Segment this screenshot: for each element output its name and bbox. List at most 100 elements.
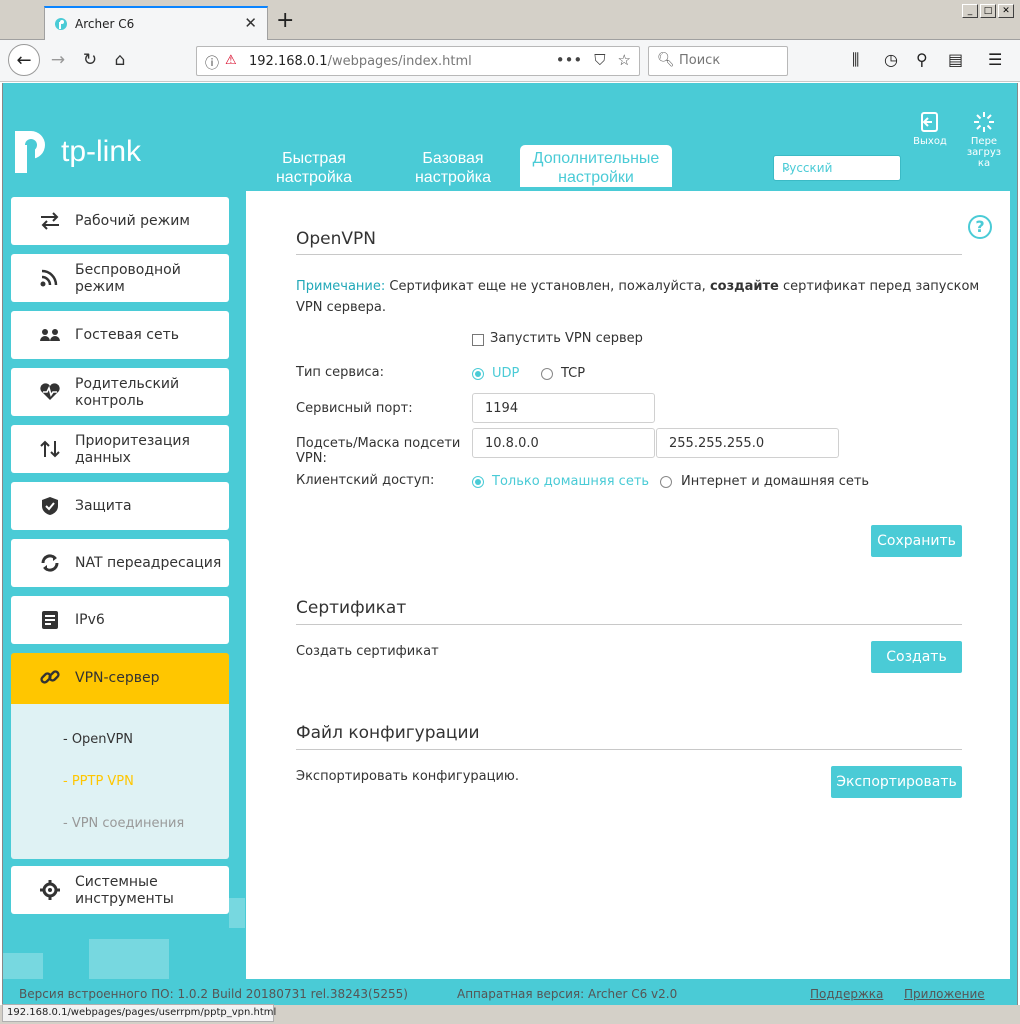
home-only-label: Только домашняя сеть [492, 474, 650, 489]
sidebar-item-parental-controls[interactable]: Родительский контроль [11, 368, 229, 416]
wifi-icon [40, 269, 58, 287]
pocket-icon[interactable]: ⛉ [594, 51, 605, 69]
history-clock-icon[interactable]: ◷ [884, 50, 898, 69]
sidebar-item-label: NAT переадресация [75, 555, 222, 571]
url-actions: ••• ⛉ ☆ [556, 51, 631, 69]
note-line-2: VPN сервера. [296, 300, 386, 315]
client-access-label: Клиентский доступ: [296, 473, 435, 488]
tcp-radio[interactable] [541, 368, 553, 380]
chevron-down-icon: ⌄ [782, 160, 793, 174]
sidebar-item-system-tools[interactable]: Системные инструменты [11, 866, 229, 914]
export-config-label: Экспортировать конфигурацию. [296, 769, 519, 784]
tab-basic-setup[interactable]: Базовая настройка [407, 149, 499, 187]
config-file-title: Файл конфигурации [296, 723, 480, 743]
new-tab-button[interactable]: + [276, 8, 294, 33]
udp-radio[interactable] [472, 368, 484, 380]
page-actions-icon[interactable]: ••• [556, 51, 583, 69]
menu-hamburger-icon[interactable]: ☰ [988, 50, 1002, 69]
minimize-button[interactable]: _ [962, 4, 978, 18]
reboot-button[interactable]: Пере загруз ка [963, 111, 1005, 169]
decor-block [229, 898, 245, 928]
sidebar-item-qos[interactable]: Приоритезация данных [11, 425, 229, 473]
divider [296, 749, 962, 750]
main-content: OpenVPN ? Примечание: Сертификат еще не … [246, 191, 1010, 981]
guest-users-icon [40, 329, 60, 341]
submenu-openvpn[interactable]: - OpenVPN [63, 732, 133, 747]
logout-button[interactable]: Выход [909, 111, 951, 147]
service-type-label: Тип сервиса: [296, 365, 385, 380]
submenu-vpn-connections[interactable]: - VPN соединения [63, 816, 184, 831]
internet-home-radio[interactable] [660, 476, 672, 488]
save-button[interactable]: Сохранить [871, 525, 962, 557]
sidebar-item-label: Системные инструменты [75, 874, 174, 908]
sidebar-item-nat-forwarding[interactable]: NAT переадресация [11, 539, 229, 587]
close-window-button[interactable]: ✕ [998, 4, 1014, 18]
search-icon: 🔍︎ [657, 52, 675, 68]
enable-vpn-checkbox[interactable] [472, 334, 484, 346]
firmware-version: Версия встроенного ПО: 1.0.2 Build 20180… [19, 987, 408, 1001]
sidebar-item-label-line1: Системные [75, 874, 158, 890]
info-icon[interactable]: ⓘ [205, 53, 219, 73]
tab-advanced-settings[interactable]: Дополнительные настройки [520, 145, 672, 187]
url-text: 192.168.0.1/webpages/index.html [249, 54, 472, 69]
back-button[interactable]: ← [8, 44, 40, 76]
heart-pulse-icon [40, 383, 60, 400]
note-text-2: сертификат перед запуском [783, 279, 980, 294]
address-bar[interactable]: ⓘ ⚠ 192.168.0.1/webpages/index.html ••• … [196, 46, 640, 76]
export-button[interactable]: Экспортировать [831, 766, 962, 798]
browser-tab[interactable]: Archer C6 ✕ [44, 6, 268, 40]
sidebar-item-wireless[interactable]: Беспроводной режим [11, 254, 229, 302]
sidebar-item-ipv6[interactable]: IPv6 [11, 596, 229, 644]
vpn-submenu: - OpenVPN - PPTP VPN - VPN соединения [11, 704, 229, 859]
help-icon[interactable]: ? [968, 215, 992, 239]
window-titlebar: Archer C6 ✕ + _ □ ✕ [0, 0, 1020, 40]
create-button[interactable]: Создать [871, 641, 962, 673]
subnet-input[interactable]: 10.8.0.0 [472, 428, 655, 458]
sidebar-item-label-line2: контроль [75, 393, 144, 409]
ipv6-document-icon [42, 611, 58, 629]
tab-quick-setup-line2: настройка [275, 169, 353, 186]
sidebar-item-vpn-server[interactable]: VPN-сервер [11, 653, 229, 704]
support-link[interactable]: Поддержка [810, 987, 883, 1001]
footer: Версия встроенного ПО: 1.0.2 Build 20180… [3, 979, 1017, 1005]
home-button[interactable]: ⌂ [110, 50, 130, 70]
back-arrow-icon: ← [16, 49, 32, 71]
forward-button[interactable]: → [48, 50, 68, 70]
logout-icon [921, 112, 938, 132]
url-host: 192.168.0.1 [249, 54, 328, 69]
decor-block [3, 953, 43, 981]
app-link[interactable]: Приложение [904, 987, 985, 1001]
note-label: Примечание: [296, 279, 386, 294]
search-box[interactable]: 🔍︎ [648, 46, 788, 76]
tab-quick-setup[interactable]: Быстрая настройка [273, 149, 355, 187]
home-only-radio[interactable] [472, 476, 484, 488]
netmask-input[interactable]: 255.255.255.0 [656, 428, 839, 458]
sidebar-item-guest-network[interactable]: Гостевая сеть [11, 311, 229, 359]
library-icon[interactable]: ⫼ [852, 50, 859, 70]
enable-vpn-label: Запустить VPN сервер [490, 331, 643, 346]
subnet-label-line2: VPN: [296, 451, 327, 466]
note-line-1: Примечание: Сертификат еще не установлен… [296, 279, 979, 294]
status-bar-url: 192.168.0.1/webpages/pages/userrpm/pptp_… [2, 1004, 276, 1022]
zoom-search-icon[interactable]: ⚲ [916, 50, 928, 69]
tab-advanced-line2: настройки [558, 169, 634, 186]
openvpn-title: OpenVPN [296, 229, 377, 249]
sidebar-item-label: Беспроводной режим [75, 262, 181, 296]
sidebar-item-label-line2: инструменты [75, 891, 174, 907]
divider [296, 254, 962, 255]
sidebar-item-security[interactable]: Защита [11, 482, 229, 530]
sidebar-item-operation-mode[interactable]: Рабочий режим [11, 197, 229, 245]
language-select[interactable]: Русский ⌄ [773, 155, 901, 181]
tab-title: Archer C6 [75, 17, 135, 31]
port-input[interactable]: 1194 [472, 393, 655, 423]
insecure-lock-icon[interactable]: ⚠ [225, 53, 237, 68]
maximize-button[interactable]: □ [980, 4, 996, 18]
reload-button[interactable]: ↻ [80, 50, 100, 70]
sidebar-toggle-icon[interactable]: ▤ [948, 50, 963, 69]
sidebar-item-label-line2: режим [75, 279, 125, 295]
search-input[interactable] [679, 53, 779, 68]
tab-close-icon[interactable]: ✕ [244, 14, 257, 32]
submenu-pptp-vpn[interactable]: - PPTP VPN [63, 774, 134, 789]
bookmark-star-icon[interactable]: ☆ [618, 51, 631, 69]
hardware-version: Аппаратная версия: Archer C6 v2.0 [457, 987, 678, 1001]
